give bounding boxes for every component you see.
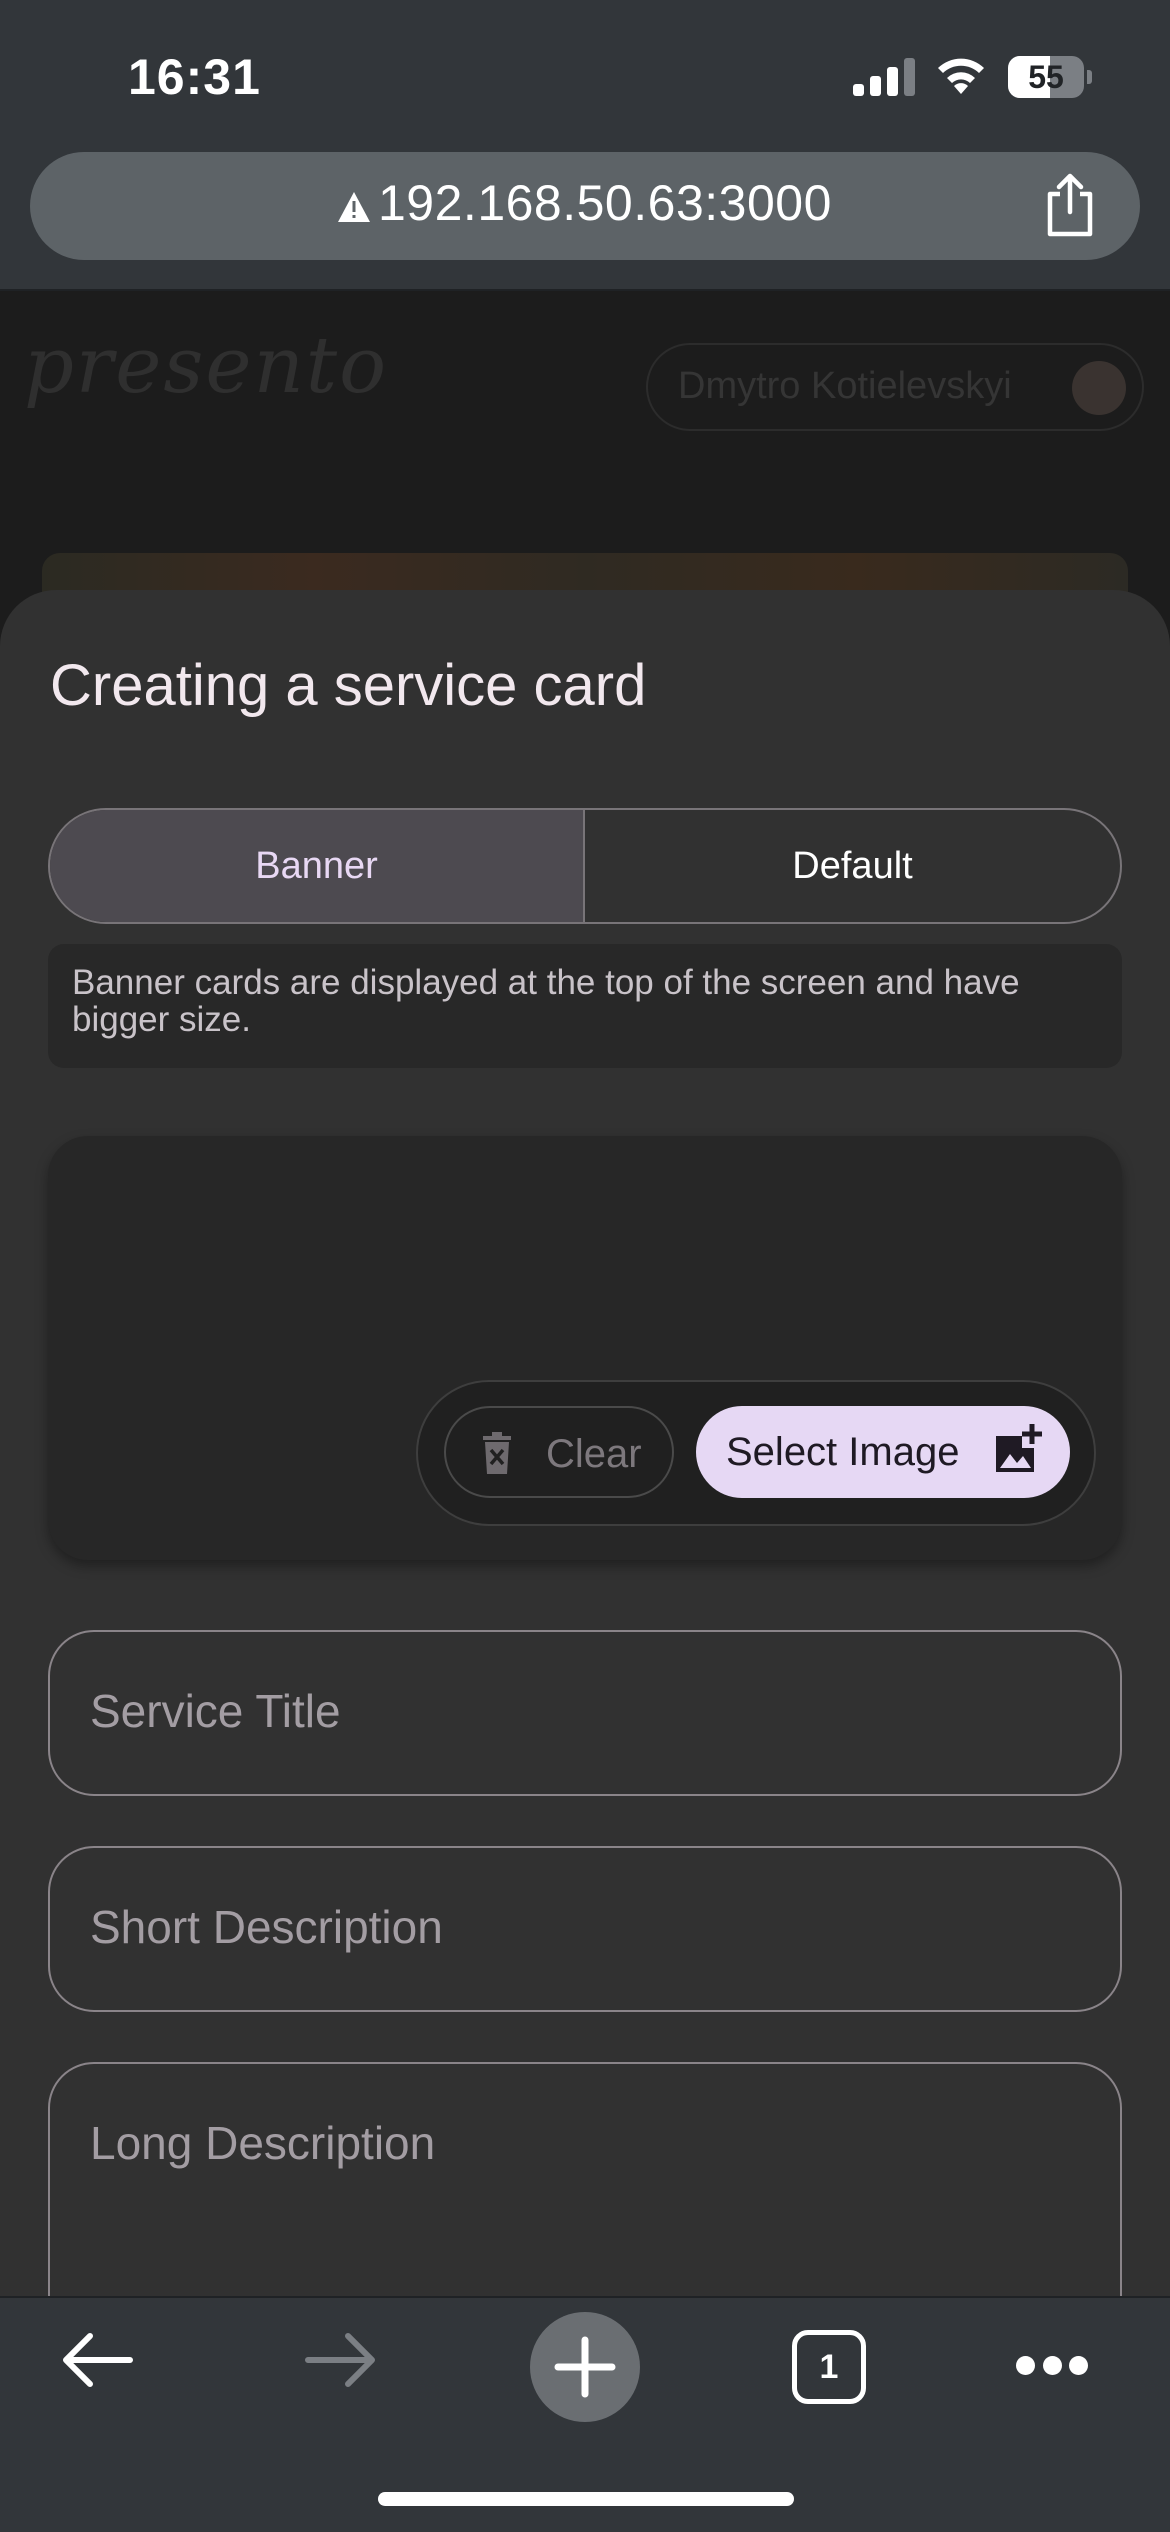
battery-icon: 55 — [1008, 56, 1092, 98]
url-text: 192.168.50.63:3000 — [378, 175, 832, 231]
status-bar: 16:31 55 — [0, 0, 1170, 150]
plus-icon — [554, 2336, 616, 2398]
user-name: Dmytro Kotielevskyi — [678, 365, 1012, 407]
delete-icon — [483, 1432, 511, 1474]
more-icon[interactable] — [1016, 2356, 1088, 2376]
avatar — [1072, 361, 1126, 415]
clear-image-button[interactable]: Clear — [444, 1406, 674, 1498]
back-arrow-icon[interactable] — [60, 2330, 134, 2390]
service-title-input[interactable]: Service Title — [48, 1630, 1122, 1796]
screen: 16:31 55 192.168.50.63:3000 presento Dmy… — [0, 0, 1170, 2532]
cellular-signal-icon — [853, 58, 915, 96]
long-description-placeholder: Long Description — [90, 2117, 436, 2169]
select-image-label: Select Image — [726, 1430, 960, 1474]
battery-nub — [1087, 70, 1092, 84]
wifi-icon — [938, 58, 984, 94]
short-description-input[interactable]: Short Description — [48, 1846, 1122, 2012]
add-photo-icon — [996, 1424, 1042, 1472]
home-indicator[interactable] — [378, 2492, 794, 2506]
image-picker-area: Clear Select Image — [48, 1136, 1122, 1560]
segment-banner[interactable]: Banner — [50, 810, 585, 922]
address-bar[interactable]: 192.168.50.63:3000 — [30, 152, 1140, 260]
select-image-button[interactable]: Select Image — [696, 1406, 1070, 1498]
segment-default[interactable]: Default — [585, 810, 1120, 922]
user-profile-chip: Dmytro Kotielevskyi — [646, 343, 1144, 431]
service-title-placeholder: Service Title — [90, 1685, 341, 1737]
not-secure-warning-icon — [338, 192, 370, 222]
share-icon[interactable] — [1040, 172, 1100, 238]
short-description-placeholder: Short Description — [90, 1901, 443, 1953]
bottom-sheet: Creating a service card Banner Default B… — [0, 590, 1170, 2362]
forward-arrow-icon[interactable] — [304, 2330, 378, 2390]
new-tab-button[interactable] — [530, 2312, 640, 2422]
image-actions: Clear Select Image — [416, 1380, 1096, 1526]
battery-body: 55 — [1008, 56, 1084, 98]
status-time: 16:31 — [128, 49, 261, 105]
card-type-hint: Banner cards are displayed at the top of… — [48, 944, 1122, 1068]
tab-count: 1 — [819, 2348, 839, 2386]
browser-address-area: 192.168.50.63:3000 — [0, 150, 1170, 291]
sheet-title: Creating a service card — [50, 653, 647, 718]
card-type-segmented-control: Banner Default — [48, 808, 1122, 924]
hint-text: Banner cards are displayed at the top of… — [72, 963, 1020, 1039]
tabs-icon[interactable]: 1 — [792, 2330, 866, 2404]
app-logo: presento — [24, 321, 389, 411]
clear-label: Clear — [546, 1432, 642, 1476]
battery-level: 55 — [1028, 59, 1064, 95]
